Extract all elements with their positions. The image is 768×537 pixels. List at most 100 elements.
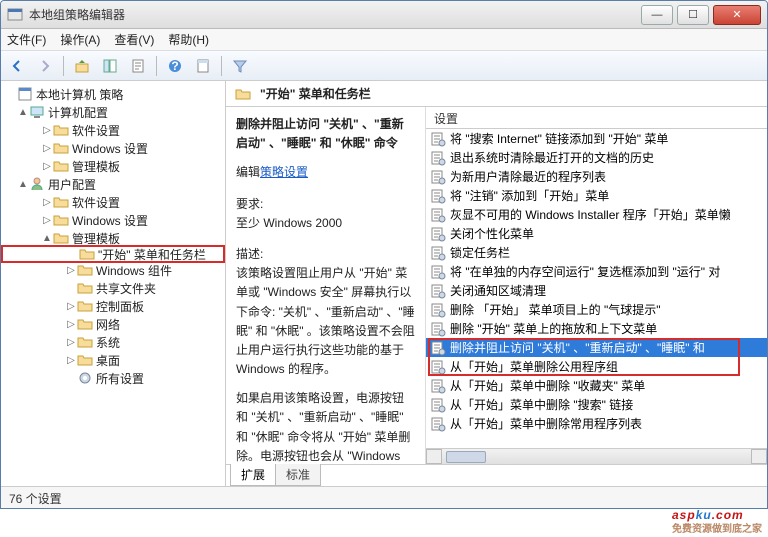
folder-icon (53, 230, 69, 246)
policy-item-icon (430, 150, 446, 166)
expand-icon[interactable]: ▷ (65, 355, 77, 366)
separator (156, 56, 157, 76)
tree-item[interactable]: ▷系统 (1, 333, 225, 351)
tree-item[interactable]: ▷软件设置 (1, 121, 225, 139)
tree-item[interactable]: 所有设置 (1, 369, 225, 387)
policy-item-icon (430, 207, 446, 223)
menu-file[interactable]: 文件(F) (7, 31, 46, 48)
folder-icon (77, 334, 93, 350)
tree-item[interactable]: ▷控制面板 (1, 297, 225, 315)
expand-icon[interactable]: ▷ (41, 143, 53, 154)
collapse-icon[interactable]: ▲ (41, 233, 53, 244)
separator (63, 56, 64, 76)
policy-item-icon (430, 378, 446, 394)
expand-icon[interactable]: ▷ (41, 125, 53, 136)
maximize-button[interactable]: ☐ (677, 5, 709, 25)
expand-icon[interactable]: ▷ (65, 301, 77, 312)
expand-icon[interactable]: ▷ (41, 215, 53, 226)
tree-item[interactable]: ▷Windows 设置 (1, 139, 225, 157)
expand-icon[interactable]: ▷ (65, 337, 77, 348)
toolbar: ? (1, 51, 767, 81)
policy-item-icon (430, 302, 446, 318)
show-hide-button[interactable] (98, 54, 122, 78)
tree-item[interactable]: 共享文件夹 (1, 279, 225, 297)
settings-item[interactable]: 从「开始」菜单删除公用程序组 (426, 357, 767, 376)
navigation-tree[interactable]: 本地计算机 策略 ▲计算机配置 ▷软件设置 ▷Windows 设置 ▷管理模板 … (1, 81, 226, 486)
minimize-button[interactable]: — (641, 5, 673, 25)
horizontal-scrollbar[interactable] (426, 448, 767, 464)
tree-root[interactable]: 本地计算机 策略 (1, 85, 225, 103)
description-body: 该策略设置阻止用户从 "开始" 菜单或 "Windows 安全" 屏幕执行以下命… (236, 264, 415, 379)
folder-icon (53, 194, 69, 210)
back-button[interactable] (5, 54, 29, 78)
policy-item-icon (430, 359, 446, 375)
settings-item[interactable]: 将 "搜索 Internet" 链接添加到 "开始" 菜单 (426, 129, 767, 148)
settings-item[interactable]: 从「开始」菜单中删除 "搜索" 链接 (426, 395, 767, 414)
expand-icon[interactable]: ▷ (41, 197, 53, 208)
settings-item[interactable]: 删除并阻止访问 "关机" 、"重新启动" 、"睡眠" 和 (426, 338, 767, 357)
settings-icon (77, 370, 93, 386)
tab-extended[interactable]: 扩展 (230, 464, 276, 486)
tree-user-config[interactable]: ▲用户配置 (1, 175, 225, 193)
tree-computer-config[interactable]: ▲计算机配置 (1, 103, 225, 121)
view-tabs: 扩展 标准 (226, 464, 767, 486)
tree-item[interactable]: ▷Windows 组件 (1, 261, 225, 279)
settings-item[interactable]: 灰显不可用的 Windows Installer 程序「开始」菜单懒 (426, 205, 767, 224)
edit-policy-link[interactable]: 策略设置 (260, 165, 308, 179)
policy-item-icon (430, 340, 446, 356)
menubar: 文件(F) 操作(A) 查看(V) 帮助(H) (1, 29, 767, 51)
settings-item[interactable]: 锁定任务栏 (426, 243, 767, 262)
policy-title: 删除并阻止访问 "关机" 、"重新启动" 、"睡眠" 和 "休眠" 命令 (236, 115, 415, 153)
settings-item[interactable]: 删除 「开始」 菜单项目上的 "气球提示" (426, 300, 767, 319)
tree-item[interactable]: ▷管理模板 (1, 157, 225, 175)
policy-item-icon (430, 245, 446, 261)
policy-item-icon (430, 321, 446, 337)
menu-view[interactable]: 查看(V) (114, 31, 154, 48)
properties-button[interactable] (191, 54, 215, 78)
collapse-icon[interactable]: ▲ (17, 107, 29, 118)
path-bar: "开始" 菜单和任务栏 (226, 81, 767, 107)
tree-item[interactable]: ▷桌面 (1, 351, 225, 369)
requirements-value: 至少 Windows 2000 (236, 214, 415, 233)
folder-icon (77, 316, 93, 332)
forward-button[interactable] (33, 54, 57, 78)
user-icon (29, 176, 45, 192)
settings-item[interactable]: 为新用户清除最近的程序列表 (426, 167, 767, 186)
expand-icon[interactable]: ▷ (41, 161, 53, 172)
settings-item[interactable]: 删除 "开始" 菜单上的拖放和上下文菜单 (426, 319, 767, 338)
tree-item[interactable]: ▷软件设置 (1, 193, 225, 211)
tab-standard[interactable]: 标准 (275, 464, 321, 486)
policy-item-icon (430, 397, 446, 413)
description-body: 如果启用该策略设置，电源按钮和 "关机" 、"重新启动" 、"睡眠" 和 "休眠… (236, 389, 415, 464)
export-button[interactable] (126, 54, 150, 78)
menu-action[interactable]: 操作(A) (60, 31, 100, 48)
folder-icon (77, 280, 93, 296)
settings-item[interactable]: 关闭个性化菜单 (426, 224, 767, 243)
policy-icon (17, 86, 33, 102)
folder-icon (234, 86, 252, 102)
folder-icon (77, 262, 93, 278)
settings-item[interactable]: 从「开始」菜单中删除 "收藏夹" 菜单 (426, 376, 767, 395)
settings-item[interactable]: 将 "注销" 添加到「开始」菜单 (426, 186, 767, 205)
close-button[interactable]: ✕ (713, 5, 761, 25)
filter-button[interactable] (228, 54, 252, 78)
statusbar: 76 个设置 (1, 486, 767, 508)
path-label: "开始" 菜单和任务栏 (260, 85, 371, 102)
expand-icon[interactable]: ▷ (65, 319, 77, 330)
policy-item-icon (430, 416, 446, 432)
policy-item-icon (430, 264, 446, 280)
tree-item[interactable]: ▷Windows 设置 (1, 211, 225, 229)
settings-item[interactable]: 关闭通知区域清理 (426, 281, 767, 300)
menu-help[interactable]: 帮助(H) (168, 31, 209, 48)
settings-item[interactable]: 从「开始」菜单中删除常用程序列表 (426, 414, 767, 433)
folder-icon (53, 212, 69, 228)
settings-list[interactable]: 将 "搜索 Internet" 链接添加到 "开始" 菜单退出系统时清除最近打开… (426, 129, 767, 448)
settings-item[interactable]: 将 "在单独的内存空间运行" 复选框添加到 "运行" 对 (426, 262, 767, 281)
up-button[interactable] (70, 54, 94, 78)
help-button[interactable]: ? (163, 54, 187, 78)
tree-item[interactable]: ▷网络 (1, 315, 225, 333)
expand-icon[interactable]: ▷ (65, 265, 77, 276)
settings-item[interactable]: 退出系统时清除最近打开的文档的历史 (426, 148, 767, 167)
collapse-icon[interactable]: ▲ (17, 179, 29, 190)
settings-column-header[interactable]: 设置 (426, 107, 767, 129)
